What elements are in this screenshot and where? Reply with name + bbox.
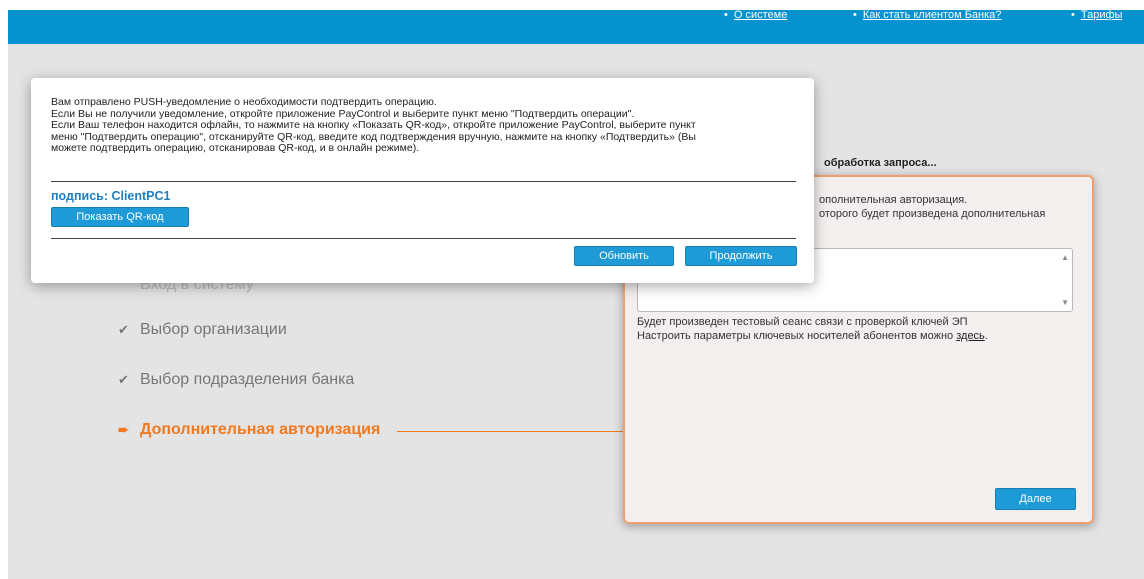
nav-link-tariffs[interactable]: • Тарифы bbox=[1071, 9, 1122, 21]
settings-info: Настроить параметры ключевых носителей а… bbox=[637, 330, 988, 342]
step-connector-line bbox=[397, 431, 627, 432]
step-select-bank-branch: ✔ Выбор подразделения банка bbox=[118, 371, 355, 388]
test-session-info: Будет произведен тестовый сеанс связи с … bbox=[637, 316, 968, 328]
step-select-organization: ✔ Выбор организации bbox=[118, 321, 287, 338]
show-qr-button[interactable]: Показать QR-код bbox=[51, 207, 189, 227]
scroll-up-icon[interactable]: ▲ bbox=[1061, 253, 1069, 262]
arrow-right-icon: ➨ bbox=[118, 422, 129, 437]
continue-button[interactable]: Продолжить bbox=[685, 246, 797, 266]
push-confirmation-dialog: Вам отправлено PUSH-уведомление о необхо… bbox=[31, 78, 814, 283]
settings-here-link[interactable]: здесь bbox=[956, 330, 985, 342]
divider bbox=[51, 238, 796, 239]
divider bbox=[51, 181, 796, 182]
check-icon: ✔ bbox=[118, 372, 129, 387]
dialog-message: Вам отправлено PUSH-уведомление о необхо… bbox=[51, 96, 696, 154]
next-button[interactable]: Далее bbox=[995, 488, 1076, 510]
signature-label: подпись: ClientPC1 bbox=[51, 189, 171, 203]
processing-title: обработка запроса... bbox=[824, 157, 937, 169]
panel-text-line2: оторого будет произведена дополнительная bbox=[819, 208, 1046, 220]
nav-link-about[interactable]: • О системе bbox=[724, 9, 787, 21]
check-icon: ✔ bbox=[118, 322, 129, 337]
refresh-button[interactable]: Обновить bbox=[574, 246, 674, 266]
scroll-down-icon[interactable]: ▼ bbox=[1061, 298, 1069, 307]
nav-link-become-client[interactable]: • Как стать клиентом Банка? bbox=[853, 9, 1001, 21]
panel-text-line1: ополнительная авторизация. bbox=[819, 194, 968, 206]
step-additional-authorization: ➨ Дополнительная авторизация bbox=[118, 421, 381, 438]
